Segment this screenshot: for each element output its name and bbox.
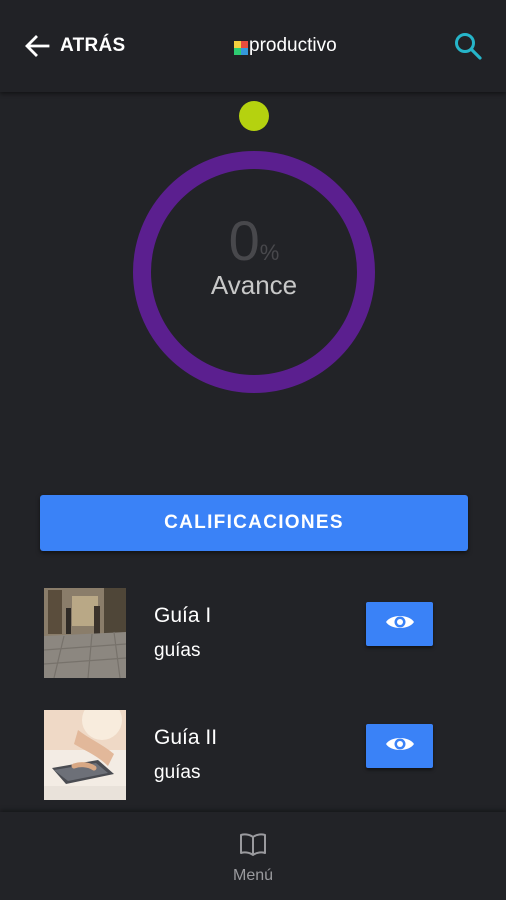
menu-tab[interactable]: Menú [213,832,293,892]
guide-type: guías [154,762,201,783]
guide-title: Guía I [154,604,212,627]
list-item: Guía I guías [44,588,464,678]
progress-number: 0 [228,209,260,272]
progress-value: 0% [122,208,386,273]
eye-icon [385,612,415,637]
brand-logo [234,41,248,55]
guide-thumbnail-laptop [44,710,126,800]
bottom-navigation: Menú [0,812,506,900]
view-guide-button[interactable] [366,724,433,768]
guide-thumbnail-street [44,588,126,678]
search-button[interactable] [452,30,484,62]
progress-knob [239,101,269,131]
grades-button[interactable]: CALIFICACIONES [40,495,468,551]
brand: productivo [234,30,337,62]
view-guide-button[interactable] [366,602,433,646]
guide-type: guías [154,640,201,661]
search-icon [452,33,484,66]
book-icon [239,832,267,861]
progress-unit: % [259,240,280,265]
menu-label: Menú [232,867,274,884]
back-label: ATRÁS [60,35,126,56]
eye-icon [385,734,415,759]
back-button[interactable]: ATRÁS [24,28,126,64]
arrow-left-icon [24,33,50,59]
list-item: Guía II guías [44,710,464,800]
brand-name: productivo [249,35,337,56]
app-screen: ATRÁS productivo 0% Avance CALIFICACIONE… [0,0,506,900]
progress-ring: 0% Avance [122,98,386,414]
progress-label: Avance [210,270,298,300]
guide-title: Guía II [154,726,218,749]
top-app-bar: ATRÁS productivo [0,0,506,92]
